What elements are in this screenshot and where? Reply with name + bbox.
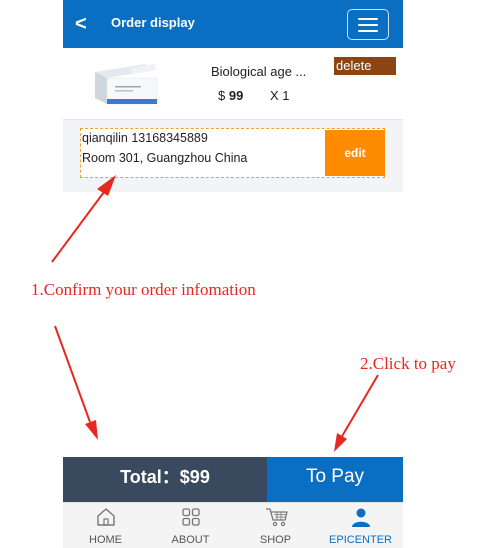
address-name-phone: qianqilin 13168345889 — [82, 131, 208, 145]
product-price: $ 99 — [218, 88, 243, 103]
tab-label: ABOUT — [171, 534, 210, 546]
currency-symbol: $ — [218, 88, 226, 103]
tab-label: EPICENTER — [329, 534, 392, 546]
chevron-left-icon[interactable]: < — [75, 12, 91, 36]
menu-button[interactable] — [347, 9, 389, 40]
user-icon — [352, 508, 370, 527]
annotation-step1: 1.Confirm your order infomation — [31, 280, 256, 299]
shipping-address-card[interactable]: qianqilin 13168345889 Room 301, Guangzho… — [80, 128, 385, 178]
delete-button[interactable]: delete — [334, 57, 396, 75]
address-street: Room 301, Guangzhou China — [82, 151, 248, 165]
price-value: 99 — [228, 88, 244, 103]
product-quantity: X 1 — [270, 88, 290, 103]
to-pay-button[interactable]: To Pay — [267, 457, 403, 502]
edit-address-button[interactable]: edit — [325, 130, 385, 176]
tab-home[interactable]: HOME — [63, 503, 148, 548]
hamburger-icon — [358, 30, 378, 32]
page-title: Order display — [111, 15, 195, 30]
product-name[interactable]: Biological age ... — [211, 64, 306, 79]
bottom-tab-bar: HOME ABOUT SHOP EPICENTER — [63, 502, 403, 548]
hamburger-icon — [358, 24, 378, 26]
cart-icon — [266, 508, 288, 527]
phone-screen: < Order display Biological age ... $ 99 … — [63, 0, 403, 548]
tab-shop[interactable]: SHOP — [233, 503, 318, 548]
tab-label: SHOP — [259, 534, 292, 546]
total-amount: Total：$99 — [63, 457, 267, 502]
product-box-icon — [95, 64, 158, 105]
tab-about[interactable]: ABOUT — [148, 503, 233, 548]
annotation-step2: 2.Click to pay — [360, 354, 456, 373]
tab-epicenter[interactable]: EPICENTER — [318, 503, 403, 548]
grid-icon — [182, 508, 200, 526]
tab-label: HOME — [89, 534, 122, 546]
app-header: < Order display — [63, 0, 403, 48]
hamburger-icon — [358, 18, 378, 20]
cart-product-row: Biological age ... $ 99 X 1 delete — [63, 48, 403, 120]
home-icon — [97, 508, 115, 526]
checkout-bar: Total：$99 To Pay — [63, 457, 403, 502]
